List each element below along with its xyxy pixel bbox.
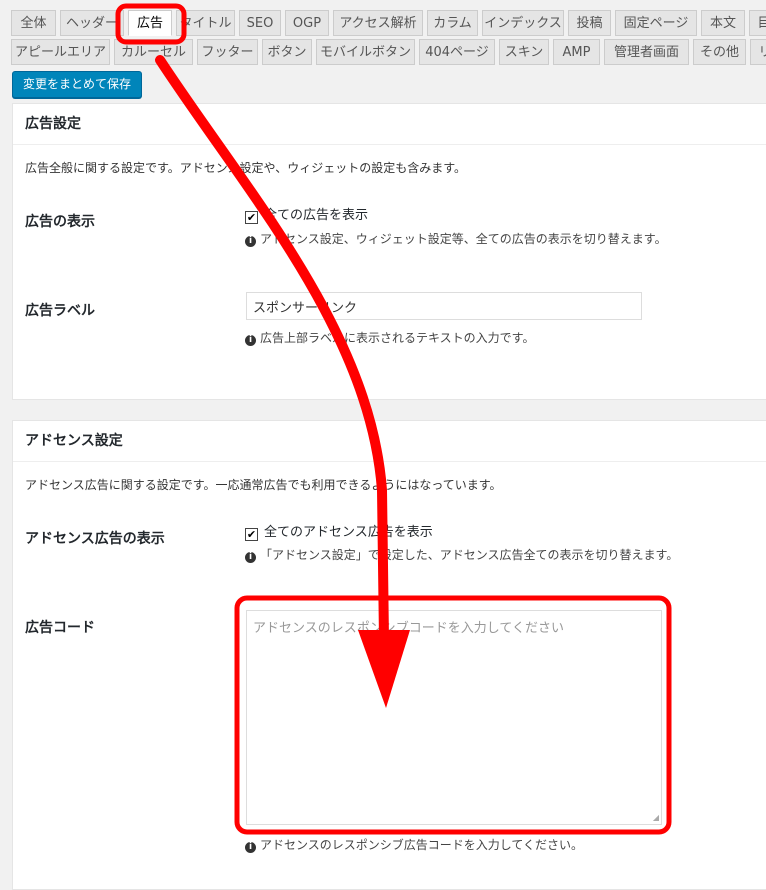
ad-display-checkbox[interactable]: ✔ (245, 211, 258, 224)
ad-label-help: i 広告上部ラベルに表示されるテキストの入力です。 (245, 329, 534, 346)
tab-seo[interactable]: SEO (239, 10, 281, 36)
tab-body[interactable]: 本文 (701, 10, 745, 36)
ad-settings-panel: 広告設定 広告全般に関する設定です。アドセンス設定や、ウィジェットの設定も含みま… (12, 103, 766, 400)
tab-footer[interactable]: フッター (197, 39, 258, 65)
info-icon: i (245, 236, 256, 247)
ad-settings-description: 広告全般に関する設定です。アドセンス設定や、ウィジェットの設定も含みます。 (25, 161, 467, 175)
adsense-display-help-text: 「アドセンス設定」で設定した、アドセンス広告全ての表示を切り替えます。 (260, 548, 679, 562)
tab-amp[interactable]: AMP (553, 39, 600, 65)
ad-label-help-text: 広告上部ラベルに表示されるテキストの入力です。 (260, 331, 535, 345)
tab-ogp[interactable]: OGP (285, 10, 329, 36)
adsense-display-checkbox[interactable]: ✔ (245, 528, 258, 541)
tab-header[interactable]: ヘッダー (60, 10, 124, 36)
tab-title[interactable]: タイトル (176, 10, 235, 36)
tab-admin[interactable]: 管理者画面 (604, 39, 689, 65)
ad-code-help: i アドセンスのレスポンシブ広告コードを入力してください。 (245, 836, 583, 853)
tab-skin[interactable]: スキン (499, 39, 549, 65)
ad-display-label: 広告の表示 (25, 214, 95, 230)
adsense-settings-title: アドセンス設定 (13, 421, 766, 462)
ad-label-label: 広告ラベル (25, 303, 95, 319)
ad-display-help: i アドセンス設定、ウィジェット設定等、全ての広告の表示を切り替えます。 (245, 230, 667, 247)
ad-display-checkbox-label[interactable]: 全ての広告を表示 (264, 208, 368, 223)
tab-appeal-area[interactable]: アピールエリア (11, 39, 110, 65)
ad-settings-title: 広告設定 (13, 104, 766, 145)
adsense-settings-panel: アドセンス設定 アドセンス広告に関する設定です。一応通常広告でも利用できるように… (12, 420, 766, 890)
tab-mobile-button[interactable]: モバイルボタン (316, 39, 415, 65)
ad-code-help-text: アドセンスのレスポンシブ広告コードを入力してください。 (260, 838, 584, 852)
tab-column[interactable]: カラム (427, 10, 478, 36)
ad-display-help-text: アドセンス設定、ウィジェット設定等、全ての広告の表示を切り替えます。 (260, 232, 667, 246)
tab-index[interactable]: インデックス (482, 10, 564, 36)
tab-button[interactable]: ボタン (262, 39, 312, 65)
resize-grip-icon[interactable]: ◢ (653, 813, 659, 822)
save-all-button[interactable]: 変更をまとめて保存 (12, 71, 143, 98)
tab-other[interactable]: その他 (693, 39, 746, 65)
tab-more-1[interactable]: 目 (749, 10, 766, 36)
info-icon: i (245, 552, 256, 563)
adsense-settings-description: アドセンス広告に関する設定です。一応通常広告でも利用できるようにはなっています。 (25, 478, 502, 492)
adsense-display-label: アドセンス広告の表示 (25, 531, 165, 547)
ad-label-input[interactable] (246, 292, 642, 320)
adsense-display-field: ✔ 全てのアドセンス広告を表示 (245, 521, 433, 541)
ad-display-field: ✔ 全ての広告を表示 (245, 204, 368, 224)
ad-code-wrapper: ◢ (246, 610, 662, 825)
tab-404[interactable]: 404ページ (419, 39, 495, 65)
tab-page[interactable]: 固定ページ (615, 10, 697, 36)
tab-more-2[interactable]: リ (750, 39, 766, 65)
ad-code-textarea[interactable] (246, 610, 662, 825)
adsense-display-checkbox-label[interactable]: 全てのアドセンス広告を表示 (264, 525, 433, 540)
tab-analytics[interactable]: アクセス解析 (333, 10, 423, 36)
info-icon: i (245, 335, 256, 346)
tab-ads[interactable]: 広告 (128, 10, 172, 36)
adsense-display-help: i 「アドセンス設定」で設定した、アドセンス広告全ての表示を切り替えます。 (245, 546, 678, 563)
tab-post[interactable]: 投稿 (568, 10, 611, 36)
info-icon: i (245, 842, 256, 853)
ad-code-label: 広告コード (25, 620, 95, 636)
tab-all[interactable]: 全体 (11, 10, 56, 36)
tab-carousel[interactable]: カルーセル (114, 39, 193, 65)
